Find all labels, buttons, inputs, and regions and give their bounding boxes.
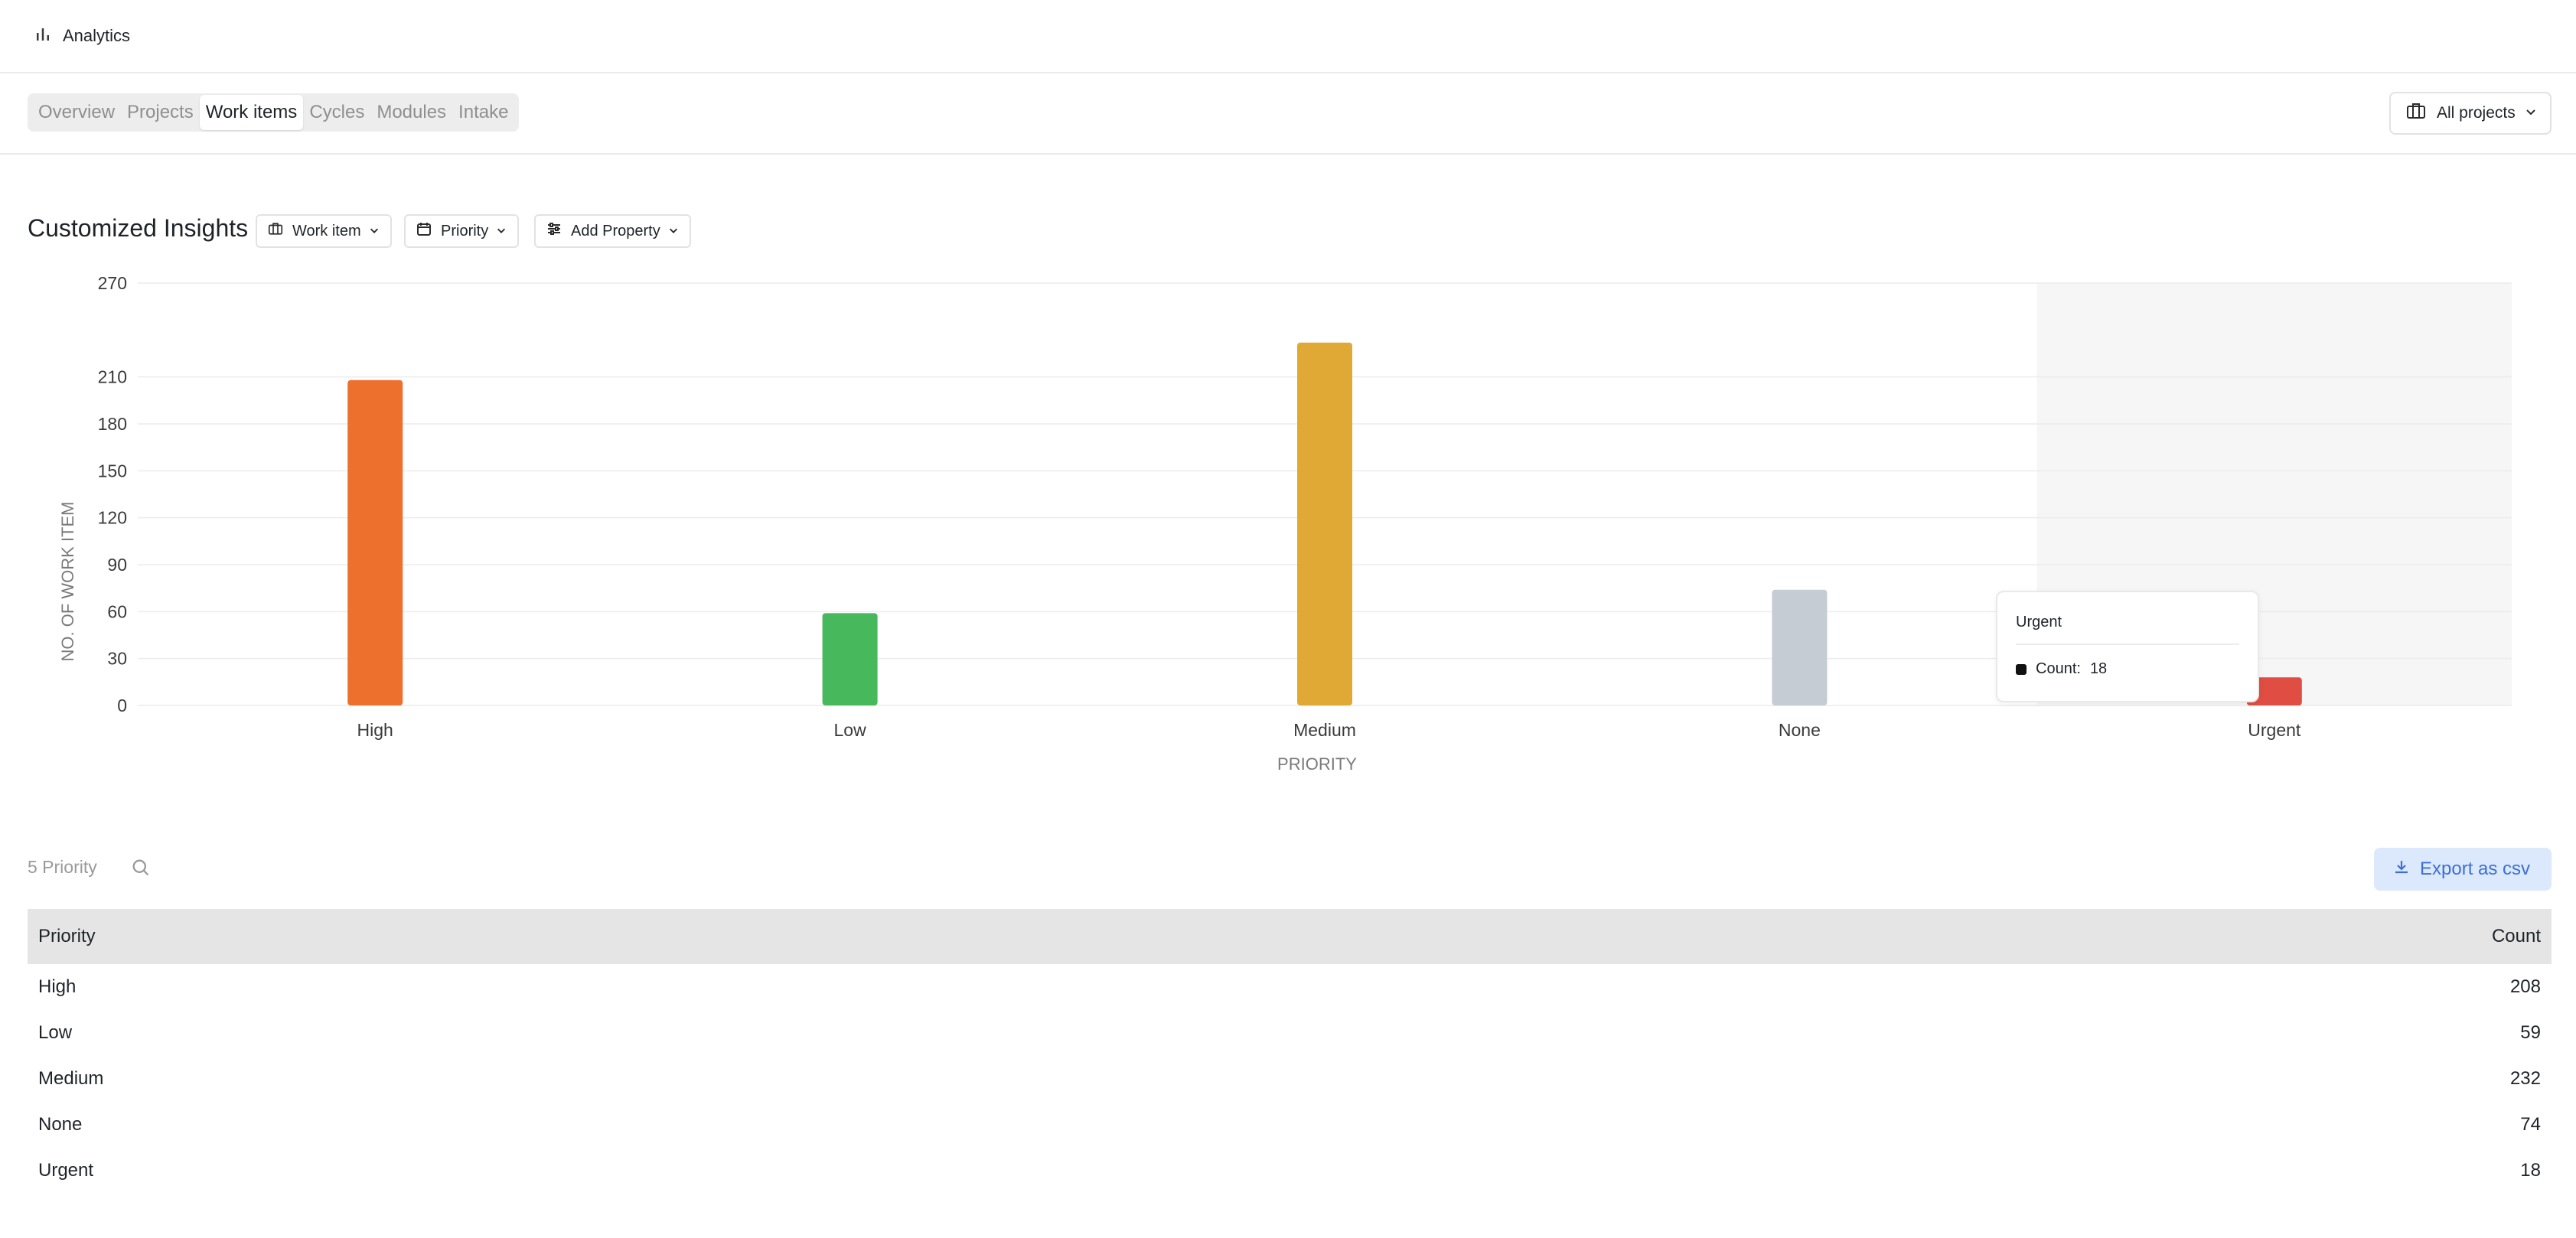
all-projects-label: All projects xyxy=(2437,104,2516,122)
y-tick-label: 30 xyxy=(107,649,127,669)
bar-medium xyxy=(1297,342,1352,705)
y-tick-label: 270 xyxy=(98,273,127,293)
cell-priority: None xyxy=(38,1114,83,1135)
table-row: None 74 xyxy=(28,1102,2552,1148)
work-item-dropdown[interactable]: Work item xyxy=(256,214,392,248)
insights-title: Customized Insights xyxy=(28,214,249,242)
priority-bar-chart: 0 30 60 90 120 150 180 210 270 High Low Medium None U… xyxy=(58,273,2512,774)
export-csv-button[interactable]: Export as csv xyxy=(2374,848,2552,891)
chevron-down-icon xyxy=(496,223,507,240)
table-row: High 208 xyxy=(28,964,2552,1010)
bar-none xyxy=(1772,589,1828,705)
table-row: Low 59 xyxy=(28,1010,2552,1056)
export-csv-label: Export as csv xyxy=(2420,858,2531,879)
bar-chart-icon xyxy=(34,25,52,47)
tooltip-count-label: Count: xyxy=(2036,660,2081,677)
table-row: Medium 232 xyxy=(28,1056,2552,1102)
priority-count-label: 5 Priority xyxy=(28,857,97,877)
x-axis-label: PRIORITY xyxy=(1277,754,1357,774)
all-projects-dropdown[interactable]: All projects xyxy=(2389,92,2552,135)
calendar-icon xyxy=(416,221,432,241)
cell-count: 208 xyxy=(2509,976,2541,997)
tooltip-count-row: Count: 18 xyxy=(2016,660,2239,678)
table-header: Priority Count xyxy=(28,909,2552,964)
legend-swatch xyxy=(2016,663,2027,675)
download-icon xyxy=(2392,858,2411,881)
sliders-icon xyxy=(546,221,562,241)
y-tick-label: 180 xyxy=(98,414,127,434)
priority-dropdown[interactable]: Priority xyxy=(404,214,520,248)
tab-overview[interactable]: Overview xyxy=(32,95,121,130)
search-icon[interactable] xyxy=(130,857,153,880)
cell-count: 74 xyxy=(2520,1114,2541,1135)
column-header-count[interactable]: Count xyxy=(2492,926,2541,947)
x-tick-label: Urgent xyxy=(2248,720,2301,740)
y-axis-label: NO. OF WORK ITEM xyxy=(58,502,77,662)
chevron-down-icon xyxy=(2525,104,2537,122)
x-tick-label: Low xyxy=(833,720,866,740)
priority-label: Priority xyxy=(441,222,489,239)
tab-work-items[interactable]: Work items xyxy=(199,95,304,130)
tooltip-title: Urgent xyxy=(2016,614,2239,645)
tab-intake[interactable]: Intake xyxy=(452,95,514,130)
cell-count: 232 xyxy=(2509,1068,2541,1089)
y-tick-label: 90 xyxy=(107,555,127,575)
add-property-label: Add Property xyxy=(571,222,660,239)
tooltip-count-value: 18 xyxy=(2089,660,2108,677)
cell-priority: High xyxy=(38,976,77,997)
priority-table: Priority Count High 208 Low 59 Medium 23… xyxy=(28,909,2552,1194)
x-tick-label: Medium xyxy=(1293,720,1356,740)
tab-projects[interactable]: Projects xyxy=(121,95,200,130)
chevron-down-icon xyxy=(369,223,380,240)
chevron-down-icon xyxy=(668,223,679,240)
page-title: Analytics xyxy=(63,26,131,45)
tabs-row: Overview Projects Work items Cycles Modu… xyxy=(0,73,2576,155)
briefcase-icon xyxy=(2406,102,2426,125)
work-item-label: Work item xyxy=(292,222,361,239)
cell-count: 59 xyxy=(2520,1022,2541,1043)
y-tick-label: 0 xyxy=(117,696,127,715)
y-tick-label: 120 xyxy=(98,508,127,528)
cell-priority: Low xyxy=(38,1022,73,1043)
briefcase-icon xyxy=(268,222,283,240)
add-property-dropdown[interactable]: Add Property xyxy=(534,214,691,248)
x-tick-label: None xyxy=(1779,720,1821,740)
table-row: Urgent 18 xyxy=(28,1148,2552,1194)
tab-cycles[interactable]: Cycles xyxy=(303,95,370,130)
tab-modules[interactable]: Modules xyxy=(370,95,452,130)
y-tick-label: 60 xyxy=(107,601,127,621)
bar-low xyxy=(822,613,878,705)
y-tick-label: 150 xyxy=(98,461,127,481)
chart-tooltip: Urgent Count: 18 xyxy=(1996,591,2259,702)
tab-list: Overview Projects Work items Cycles Modu… xyxy=(28,93,520,132)
cell-count: 18 xyxy=(2520,1160,2541,1181)
cell-priority: Urgent xyxy=(38,1160,94,1181)
cell-priority: Medium xyxy=(38,1068,104,1089)
column-header-priority[interactable]: Priority xyxy=(38,926,96,947)
bar-high xyxy=(347,380,403,705)
y-tick-label: 210 xyxy=(98,367,127,387)
x-tick-label: High xyxy=(357,720,393,740)
page-header: Analytics xyxy=(0,0,2576,73)
